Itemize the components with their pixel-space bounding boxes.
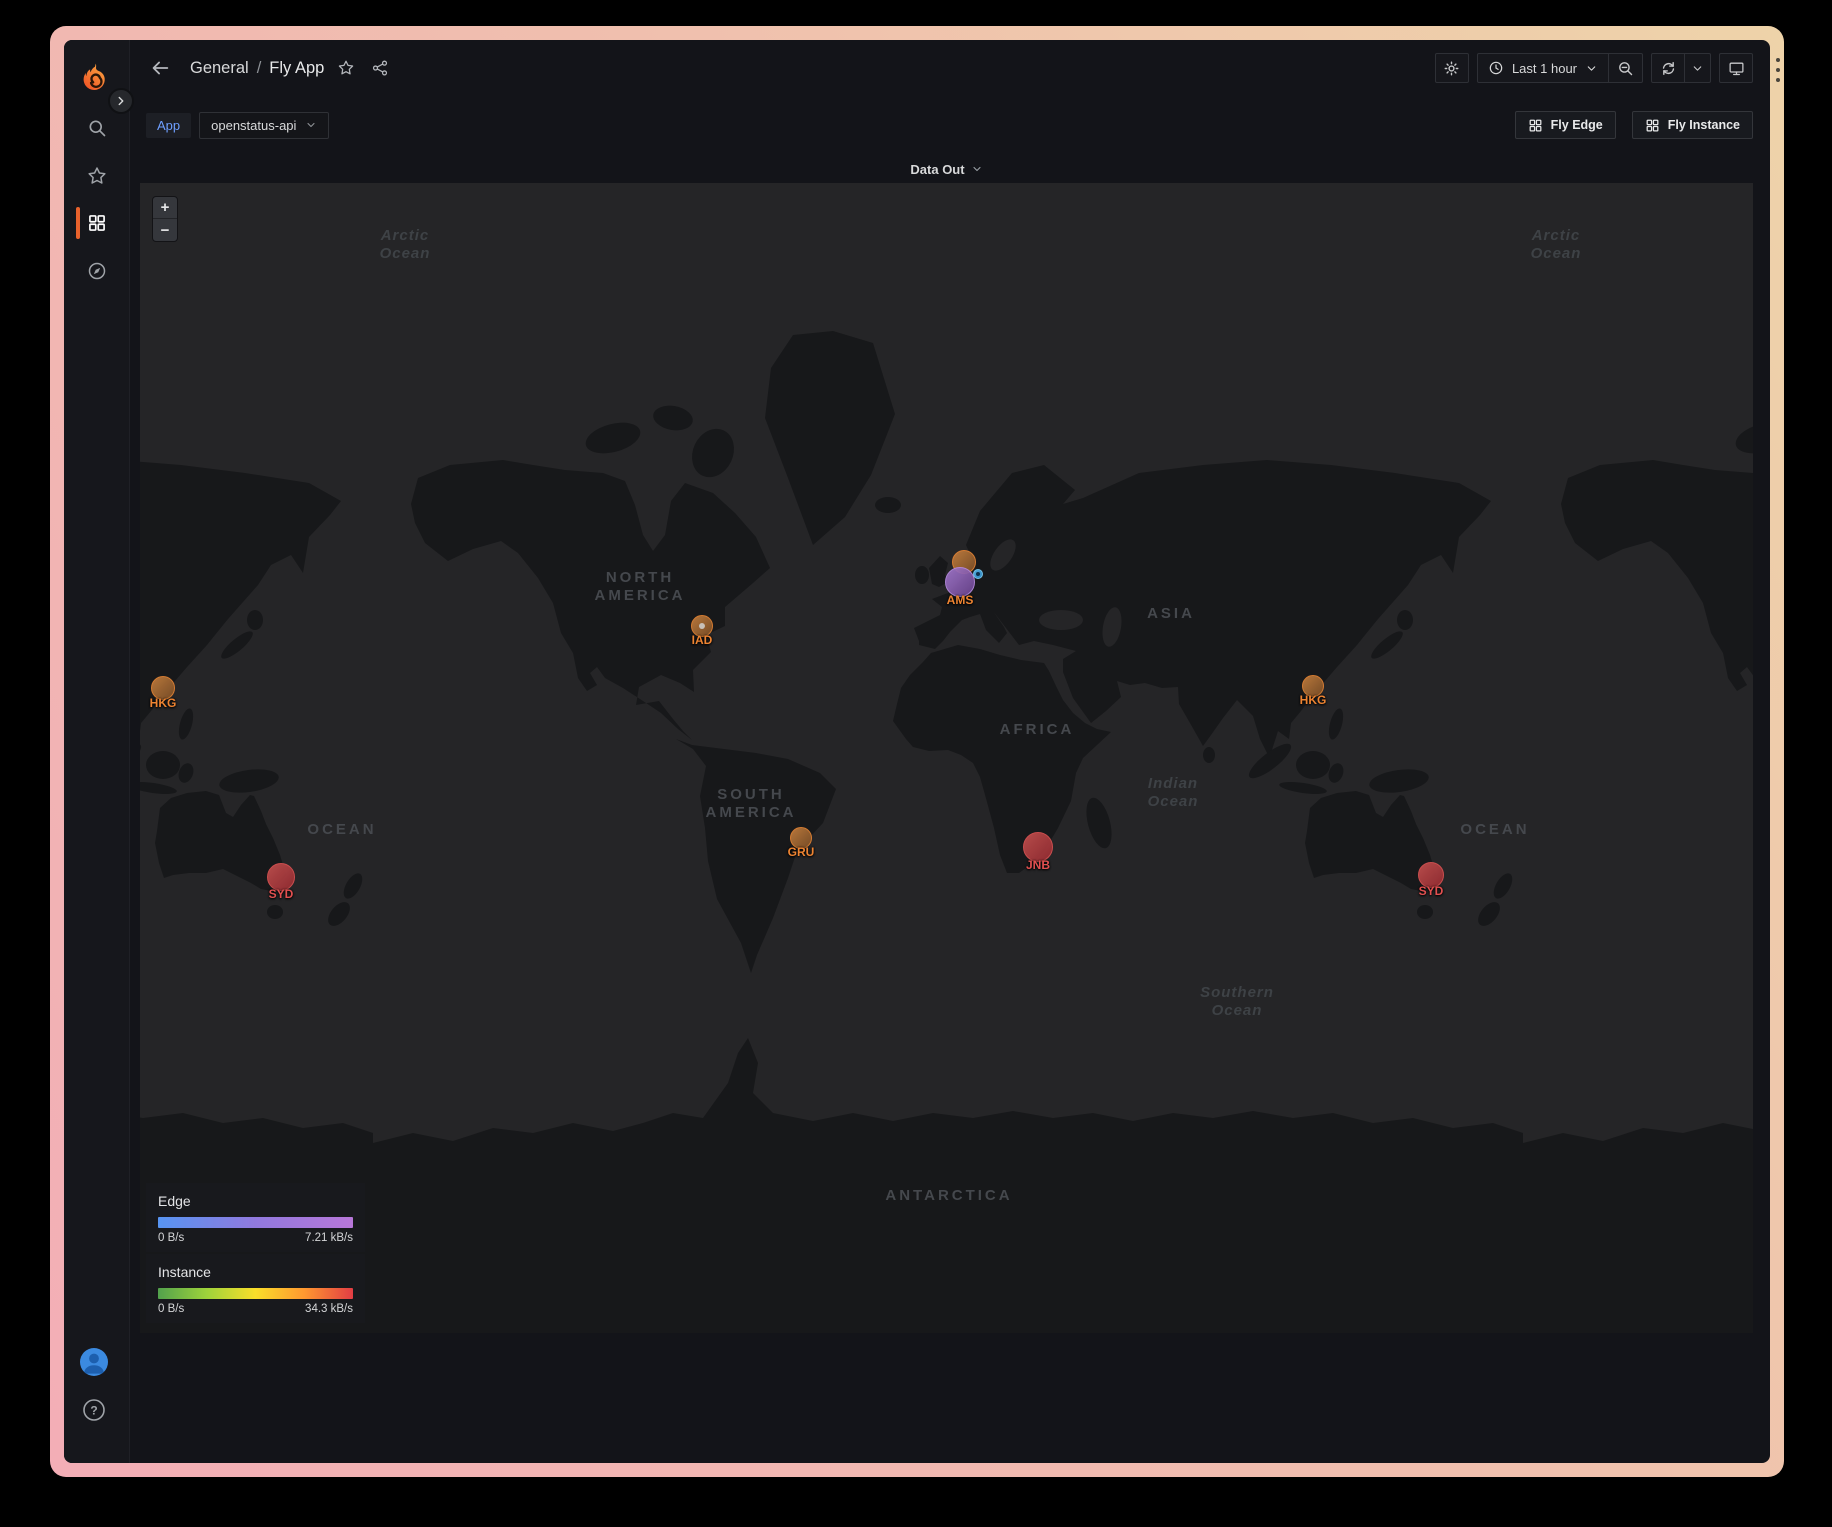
fly-edge-link[interactable]: Fly Edge — [1515, 111, 1616, 139]
search-icon — [87, 118, 107, 138]
legend-edge-title: Edge — [158, 1193, 353, 1209]
window-frame: ? General / Fly App — [50, 26, 1784, 1477]
help-button[interactable]: ? — [81, 1397, 107, 1423]
refresh-button[interactable] — [1651, 53, 1685, 83]
star-icon — [87, 166, 107, 186]
breadcrumb-section[interactable]: General — [190, 59, 249, 78]
map-marker-label-syd: SYD — [1419, 884, 1444, 898]
geomap[interactable]: ArcticOceanArcticOceanNORTHAMERICAASIAAF… — [140, 183, 1753, 1333]
sidebar-expand-button[interactable] — [108, 88, 134, 114]
window-handle-dots — [1776, 58, 1780, 82]
legend-instance-title: Instance — [158, 1264, 353, 1280]
zoom-out-icon — [1617, 60, 1634, 77]
favorite-dashboard-button[interactable] — [330, 52, 362, 84]
share-dashboard-button[interactable] — [364, 52, 396, 84]
clock-icon — [1488, 60, 1504, 76]
marker-inner-dot — [976, 572, 980, 576]
marker-inner-dot — [699, 623, 705, 629]
breadcrumb: General / Fly App — [190, 59, 324, 78]
refresh-interval-dropdown[interactable] — [1685, 53, 1711, 83]
refresh-group — [1651, 53, 1711, 83]
apps-grid-icon — [1645, 118, 1660, 133]
map-marker-label-ams: AMS — [947, 593, 974, 607]
time-range-label: Last 1 hour — [1512, 61, 1577, 76]
legend-edge-min: 0 B/s — [158, 1232, 184, 1244]
legend-edge-max: 7.21 kB/s — [305, 1232, 353, 1244]
map-marker-label-hkg: HKG — [150, 696, 177, 710]
map-zoom-in-button[interactable]: + — [153, 197, 177, 219]
tv-mode-button[interactable] — [1719, 53, 1753, 83]
grafana-app: ? General / Fly App — [64, 40, 1770, 1463]
chevron-down-icon — [305, 119, 317, 131]
fly-instance-link[interactable]: Fly Instance — [1632, 111, 1753, 139]
legend-instance-max: 34.3 kB/s — [305, 1303, 353, 1315]
map-marker-label-syd: SYD — [269, 887, 294, 901]
fly-edge-label: Fly Edge — [1551, 118, 1603, 132]
variable-label: App — [146, 113, 191, 138]
legend-instance: Instance 0 B/s 34.3 kB/s — [146, 1254, 365, 1323]
breadcrumb-separator: / — [257, 59, 262, 78]
user-avatar[interactable] — [80, 1348, 108, 1376]
chevron-down-icon — [1691, 62, 1704, 75]
map-legend: Edge 0 B/s 7.21 kB/s Instance 0 B/s 34.3… — [146, 1183, 365, 1323]
map-zoom-control: + − — [152, 196, 178, 242]
sidebar-item-starred[interactable] — [77, 156, 117, 196]
map-zoom-out-button[interactable]: − — [153, 219, 177, 241]
chevron-down-icon — [971, 163, 983, 175]
map-marker-label-jnb: JNB — [1026, 858, 1050, 872]
compass-icon — [87, 261, 107, 281]
app-variable-value: openstatus-api — [211, 118, 296, 133]
map-marker-label-gru: GRU — [788, 845, 815, 859]
time-picker-group: Last 1 hour — [1477, 53, 1643, 83]
fly-instance-label: Fly Instance — [1668, 118, 1740, 132]
map-marker-blue[interactable] — [973, 569, 983, 579]
map-marker-label-iad: IAD — [692, 633, 713, 647]
arrow-left-icon — [149, 57, 171, 79]
map-marker-label-hkg: HKG — [1300, 693, 1327, 707]
monitor-icon — [1728, 60, 1745, 77]
refresh-icon — [1660, 60, 1677, 77]
dashboard-toolbar: Last 1 hour — [1435, 53, 1753, 83]
panel-header[interactable]: Data Out — [140, 158, 1753, 180]
sidebar-item-dashboards[interactable] — [77, 203, 117, 243]
app-variable-dropdown[interactable]: openstatus-api — [199, 112, 329, 139]
time-range-picker[interactable]: Last 1 hour — [1477, 53, 1609, 83]
dashboard-settings-button[interactable] — [1435, 53, 1469, 83]
main-area: General / Fly App — [130, 40, 1770, 1463]
share-icon — [371, 59, 389, 77]
sidebar-item-search[interactable] — [77, 108, 117, 148]
chevron-right-icon — [114, 94, 128, 108]
variables-bar: App openstatus-api Fly Edge — [146, 111, 1753, 139]
legend-instance-min: 0 B/s — [158, 1303, 184, 1315]
back-button[interactable] — [144, 52, 176, 84]
apps-grid-icon — [1528, 118, 1543, 133]
legend-edge-gradient — [158, 1217, 353, 1228]
dashboards-grid-icon — [87, 213, 107, 233]
star-outline-icon — [337, 59, 355, 77]
question-glyph: ? — [90, 1404, 97, 1418]
legend-instance-gradient — [158, 1288, 353, 1299]
legend-edge: Edge 0 B/s 7.21 kB/s — [146, 1183, 365, 1252]
world-map — [140, 183, 1753, 1333]
page-title: Fly App — [269, 59, 324, 78]
chevron-down-icon — [1585, 62, 1598, 75]
grafana-logo-icon[interactable] — [79, 63, 109, 93]
sidebar-item-explore[interactable] — [77, 251, 117, 291]
time-zoom-out-button[interactable] — [1609, 53, 1643, 83]
sidebar: ? — [64, 40, 130, 1463]
gear-icon — [1443, 60, 1460, 77]
panel-title-text: Data Out — [910, 162, 964, 177]
